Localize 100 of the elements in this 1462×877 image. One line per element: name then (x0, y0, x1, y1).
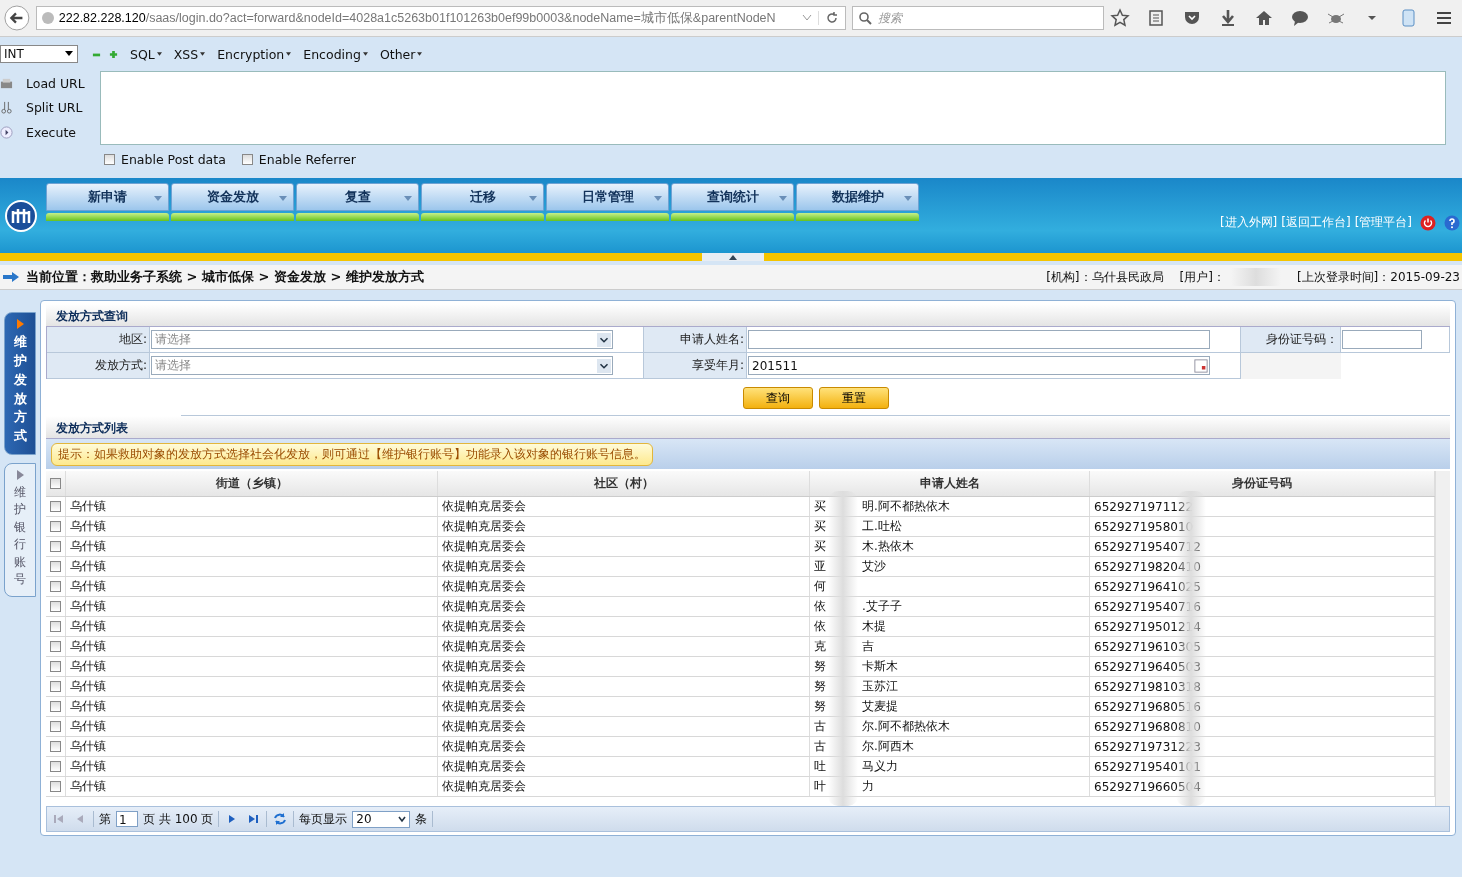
menu-item[interactable]: Encryption (217, 46, 292, 62)
table-cell: 何 (814, 578, 826, 595)
column-header[interactable]: 社区（村） (438, 471, 810, 496)
table-cell: 依提帕克居委会 (442, 578, 526, 595)
select-field[interactable]: 请选择 (151, 330, 613, 349)
row-checkbox[interactable] (50, 661, 61, 672)
type-select[interactable]: INT (0, 45, 78, 63)
checkbox[interactable] (104, 153, 115, 165)
home-icon[interactable] (1254, 8, 1274, 28)
table-cell: 工.吐松 (862, 518, 902, 535)
form-button[interactable]: 重置 (818, 387, 889, 409)
row-checkbox[interactable] (50, 761, 61, 772)
row-checkbox[interactable] (50, 781, 61, 792)
table-cell: 努 (814, 698, 826, 715)
row-checkbox[interactable] (50, 701, 61, 712)
table-cell: 6529271958010 (1094, 519, 1194, 534)
text-field[interactable] (1342, 330, 1422, 349)
page-input[interactable]: 1 (116, 811, 138, 827)
side-tab[interactable]: 维护银行账号 (4, 463, 36, 598)
table-cell: 依提帕克居委会 (442, 718, 526, 735)
chat-icon[interactable] (1290, 8, 1310, 28)
table-cell: 乌什镇 (70, 718, 106, 735)
row-checkbox[interactable] (50, 601, 61, 612)
table-cell: 乌什镇 (70, 618, 106, 635)
table-cell: 努 (814, 658, 826, 675)
back-icon[interactable] (4, 5, 30, 31)
scrollbar[interactable] (1435, 471, 1450, 806)
page-size-select[interactable]: 20 (352, 810, 411, 828)
menu-item[interactable]: SQL (130, 46, 162, 62)
checkbox[interactable] (241, 153, 253, 165)
row-checkbox[interactable] (50, 681, 61, 692)
nav-tab[interactable]: 迁移 (421, 183, 544, 211)
row-checkbox[interactable] (50, 621, 61, 632)
row-checkbox[interactable] (50, 501, 61, 512)
caret-icon (154, 196, 162, 201)
table-cell: 65292719810318 (1094, 679, 1201, 694)
date-field[interactable]: 201511 (748, 356, 1210, 375)
field-label: 身份证号码： (1241, 327, 1341, 353)
menu-item[interactable]: XSS (173, 46, 206, 62)
table-cell: 依提帕克居委会 (442, 518, 526, 535)
section-title: 发放方式查询 (46, 304, 1450, 327)
row-checkbox[interactable] (50, 521, 61, 532)
reading-list-icon[interactable] (1146, 8, 1166, 28)
action-button[interactable]: Split URL (23, 98, 86, 118)
dropdown-icon (64, 51, 74, 57)
table-cell: 买 (814, 498, 826, 515)
menu-item[interactable]: Other (379, 46, 423, 62)
nav-tab[interactable]: 复查 (296, 183, 419, 211)
select-field[interactable]: 请选择 (151, 356, 613, 375)
table-cell: 古 (814, 718, 826, 735)
column-header[interactable]: 街道（乡镇） (66, 471, 438, 496)
power-icon[interactable] (1420, 214, 1436, 231)
table-cell: 依提帕克居委会 (442, 618, 526, 635)
field-label: 发放方式: (47, 353, 150, 379)
table-cell: 依提帕克居委会 (442, 778, 526, 795)
url-textarea[interactable] (100, 71, 1446, 145)
table-cell: .艾子子 (862, 598, 902, 615)
table-cell: 艾麦提 (862, 698, 898, 715)
text-field[interactable] (748, 330, 1210, 349)
select-all-checkbox[interactable] (50, 478, 61, 489)
table-cell: 依提帕克居委会 (442, 498, 526, 515)
table-cell: 乌什镇 (70, 498, 106, 515)
table-cell: 卡斯木 (862, 658, 898, 675)
nav-tab[interactable]: 新申请 (46, 183, 169, 211)
table-cell: 乌什镇 (70, 578, 106, 595)
row-checkbox[interactable] (50, 581, 61, 592)
table-cell: 古 (814, 738, 826, 755)
address-bar[interactable]: 222.82.228.120/saas/login.do?act=forward&nodeId=4028a1c5263b01f101263b0ef99b0003&nodeName=城市低保&parentNodeN (35, 6, 847, 30)
row-checkbox[interactable] (50, 741, 61, 752)
form-button[interactable]: 查询 (742, 387, 813, 409)
action-button[interactable]: Execute (23, 123, 79, 143)
row-checkbox[interactable] (50, 641, 61, 652)
field-label: 地区: (47, 327, 150, 353)
nav-tab[interactable]: 资金发放 (171, 183, 294, 211)
row-checkbox[interactable] (50, 721, 61, 732)
plus-icon[interactable] (109, 49, 118, 59)
side-tab[interactable]: 维护发放方式 (4, 312, 36, 456)
row-checkbox[interactable] (50, 561, 61, 572)
table-cell: 玉苏江 (862, 678, 898, 695)
table-cell: 努 (814, 678, 826, 695)
nav-tab[interactable]: 数据维护 (796, 183, 919, 211)
table-cell: 马义力 (862, 758, 898, 775)
column-header[interactable]: 申请人姓名 (810, 471, 1090, 496)
table-cell: 亚 (814, 558, 826, 575)
refresh-icon[interactable] (272, 811, 289, 827)
collapse-handle[interactable] (702, 253, 764, 261)
nav-tab[interactable]: 查询统计 (671, 183, 794, 211)
nav-tab[interactable]: 日常管理 (546, 183, 669, 211)
table-cell: 买 (814, 538, 826, 555)
help-icon[interactable] (1444, 214, 1460, 231)
calendar-icon (1194, 358, 1208, 373)
pager-text: 条 (415, 810, 428, 828)
star-icon[interactable] (1110, 8, 1130, 28)
table-cell: 吐 (814, 758, 826, 775)
action-button[interactable]: Load URL (23, 73, 88, 93)
table-cell: 乌什镇 (70, 778, 106, 795)
row-checkbox[interactable] (50, 541, 61, 552)
menu-item[interactable]: Encoding (303, 46, 368, 62)
table-cell: 65292719731223 (1094, 739, 1201, 754)
table-cell: 乌什镇 (70, 518, 106, 535)
